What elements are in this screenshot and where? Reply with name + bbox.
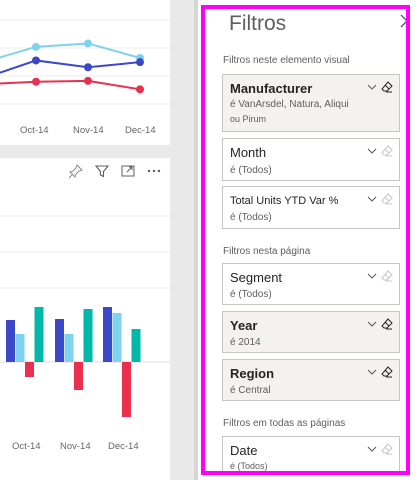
clear-filter-icon[interactable]: [381, 318, 393, 330]
filter-card-year[interactable]: Year é 2014: [222, 311, 400, 353]
chevron-down-icon[interactable]: [367, 320, 377, 328]
filter-card-condition-cont: ou Pirum: [230, 114, 267, 124]
data-point: [84, 39, 92, 48]
filter-card-condition: é (Todos): [230, 461, 268, 471]
filter-card-title: Region: [230, 366, 275, 381]
filter-card-title: Total Units YTD Var %: [230, 195, 339, 207]
data-point: [84, 76, 92, 85]
x-tick-label: Oct-14: [20, 125, 49, 136]
bar: [25, 362, 34, 377]
line-chart-visual[interactable]: Oct-14 Nov-14 Dec-14: [0, 0, 170, 145]
bar: [112, 313, 122, 362]
filter-card-title: Date: [230, 443, 258, 458]
filters-pane-title: Filtros: [229, 12, 287, 35]
filter-card-total-units[interactable]: Total Units YTD Var % é (Todos): [222, 186, 400, 229]
filter-card-month[interactable]: Month é (Todos): [222, 138, 400, 181]
filter-card-condition: é (Todos): [230, 165, 272, 176]
chevron-down-icon[interactable]: [367, 445, 377, 453]
focus-mode-icon[interactable]: [120, 163, 136, 179]
x-tick-label: Oct-14: [12, 441, 41, 452]
clear-filter-icon[interactable]: [381, 193, 393, 205]
filter-card-condition: é Central: [230, 385, 271, 396]
chevron-down-icon[interactable]: [367, 147, 377, 155]
bar-chart-visual[interactable]: Oct-14 Nov-14 Dec-14: [0, 158, 170, 480]
data-point: [32, 56, 40, 65]
chevron-down-icon[interactable]: [367, 368, 377, 376]
more-options-icon[interactable]: [146, 163, 162, 179]
bar: [34, 307, 44, 362]
clear-filter-icon[interactable]: [381, 145, 393, 157]
bar: [131, 329, 141, 362]
chevron-down-icon[interactable]: [367, 272, 377, 280]
chevron-down-icon[interactable]: [367, 83, 377, 91]
filter-card-title: Manufacturer: [230, 81, 313, 96]
bar-chart: [0, 215, 170, 417]
clear-filter-icon[interactable]: [381, 366, 393, 378]
series-line: [0, 59, 141, 74]
bar: [83, 309, 93, 362]
series-line: [0, 79, 141, 91]
x-tick-label: Nov-14: [73, 125, 104, 136]
visual-header: [68, 163, 168, 181]
data-point: [32, 77, 40, 86]
collapse-pane-icon[interactable]: [398, 14, 410, 28]
x-tick-label: Dec-14: [125, 125, 156, 136]
bar: [103, 307, 112, 362]
filter-card-segment[interactable]: Segment é (Todos): [222, 263, 400, 305]
line-chart: [0, 19, 170, 105]
data-point: [136, 58, 144, 67]
bar: [122, 362, 131, 417]
section-title-all-pages: Filtros em todas as páginas: [223, 418, 346, 429]
pin-icon[interactable]: [68, 163, 84, 179]
bar: [64, 334, 74, 362]
filter-card-condition: é (Todos): [230, 289, 272, 300]
filter-card-manufacturer[interactable]: Manufacturer é VanArsdel, Natura, Aliqui…: [222, 74, 400, 132]
series-line: [0, 42, 141, 59]
filter-card-date[interactable]: Date é (Todos): [222, 436, 400, 474]
filter-card-condition: é VanArsdel, Natura, Aliqui: [230, 99, 349, 110]
bar: [15, 334, 25, 362]
bar: [6, 320, 15, 362]
filter-card-condition: é 2014: [230, 337, 261, 348]
filter-card-condition: é (Todos): [230, 212, 272, 223]
data-point: [136, 85, 144, 94]
clear-filter-icon[interactable]: [381, 270, 393, 282]
clear-filter-icon[interactable]: [381, 443, 393, 455]
filter-card-title: Segment: [230, 270, 283, 285]
section-title-visual: Filtros neste elemento visual: [223, 55, 350, 66]
filter-icon[interactable]: [94, 163, 110, 179]
chevron-down-icon[interactable]: [367, 195, 377, 203]
filter-card-title: Year: [230, 318, 258, 333]
x-tick-label: Dec-14: [108, 441, 139, 452]
bar: [55, 319, 64, 362]
section-title-page: Filtros nesta página: [223, 246, 311, 257]
filter-card-region[interactable]: Region é Central: [222, 359, 400, 401]
clear-filter-icon[interactable]: [381, 81, 393, 93]
filter-card-title: Month: [230, 145, 267, 160]
x-tick-label: Nov-14: [60, 441, 91, 452]
bar: [74, 362, 83, 390]
data-point: [84, 63, 92, 72]
data-point: [32, 42, 40, 51]
filters-pane: [198, 0, 418, 480]
